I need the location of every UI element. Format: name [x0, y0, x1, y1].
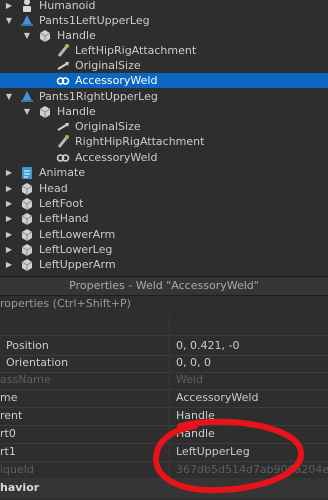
property-value[interactable]: AccessoryWeld: [176, 388, 328, 407]
expand-arrow-icon[interactable]: ▶: [4, 227, 14, 242]
tree-item-right-hip-attachment[interactable]: RightHipRigAttachment: [0, 134, 328, 149]
part-icon: [20, 211, 34, 226]
tree-item-left-lower-arm[interactable]: ▶ LeftLowerArm: [0, 227, 328, 242]
expand-arrow-icon[interactable]: ▶: [4, 257, 14, 272]
tree-item-accessory-weld-left[interactable]: AccessoryWeld: [0, 73, 328, 88]
collapse-arrow-icon[interactable]: ▼: [4, 89, 14, 104]
explorer-tree: ▶ Humanoid ▼ Pants1LeftUpperLeg ▼ Handle…: [0, 0, 328, 272]
script-icon: [20, 165, 34, 180]
property-value[interactable]: Handle: [176, 424, 328, 443]
humanoid-icon: [20, 0, 34, 13]
tree-item-humanoid[interactable]: ▶ Humanoid: [0, 0, 328, 13]
property-name: me: [0, 388, 170, 407]
tree-item-label: Handle: [57, 105, 96, 118]
tree-item-original-size-right[interactable]: OriginalSize: [0, 119, 328, 134]
tree-item-left-lower-leg[interactable]: ▶ LeftLowerLeg: [0, 242, 328, 257]
part-icon: [38, 28, 52, 43]
tree-item-label: LeftFoot: [39, 197, 84, 210]
vector-value-icon: [56, 119, 70, 134]
tree-item-original-size-left[interactable]: OriginalSize: [0, 58, 328, 73]
property-value: [176, 316, 328, 335]
property-value[interactable]: LeftUpperLeg: [176, 442, 328, 461]
properties-panel-title: Properties - Weld "AccessoryWeld": [0, 276, 328, 296]
property-name: assName: [0, 370, 170, 389]
accessory-hat-icon: [20, 13, 34, 28]
part-icon: [20, 181, 34, 196]
property-value[interactable]: Handle: [176, 406, 328, 425]
properties-filter-input[interactable]: roperties (Ctrl+Shift+P): [0, 296, 328, 312]
property-value: Weld: [176, 373, 204, 386]
property-row-name[interactable]: me AccessoryWeld: [0, 388, 328, 408]
tree-item-head[interactable]: ▶ Head: [0, 181, 328, 196]
tree-item-label: Pants1LeftUpperLeg: [39, 14, 150, 27]
expand-arrow-icon[interactable]: ▶: [4, 196, 14, 211]
collapse-arrow-icon[interactable]: ▼: [4, 13, 14, 28]
tree-item-left-hip-attachment[interactable]: LeftHipRigAttachment: [0, 43, 328, 58]
tree-item-pants-right[interactable]: ▼ Pants1RightUpperLeg: [0, 89, 328, 104]
property-row-classname[interactable]: assName Weld: [0, 370, 328, 390]
property-row-part0[interactable]: rt0 Handle: [0, 424, 328, 444]
tree-item-label: Humanoid: [39, 0, 96, 12]
tree-item-label: OriginalSize: [75, 59, 141, 72]
tree-item-label: LeftHipRigAttachment: [75, 44, 197, 57]
tree-item-left-upper-arm[interactable]: ▶ LeftUpperArm: [0, 257, 328, 272]
property-name: rent: [0, 406, 170, 425]
tree-item-label: LeftLowerArm: [39, 228, 116, 241]
tree-item-label: LeftLowerLeg: [39, 243, 113, 256]
tree-item-label: Handle: [57, 29, 96, 42]
part-icon: [20, 227, 34, 242]
expand-arrow-icon[interactable]: ▶: [4, 242, 14, 257]
property-row-parent[interactable]: rent Handle: [0, 406, 328, 426]
property-value: 367db5d514d7ab906a204ed00000: [176, 463, 328, 476]
tree-item-label: LeftHand: [39, 212, 89, 225]
tree-item-left-hand[interactable]: ▶ LeftHand: [0, 211, 328, 226]
property-row-part1[interactable]: rt1 LeftUpperLeg: [0, 442, 328, 462]
collapse-arrow-icon[interactable]: ▼: [22, 28, 32, 43]
tree-item-pants-left[interactable]: ▼ Pants1LeftUpperLeg: [0, 13, 328, 28]
tree-item-label: AccessoryWeld: [75, 74, 158, 87]
expand-arrow-icon[interactable]: ▶: [4, 165, 14, 180]
weld-icon: [56, 73, 70, 88]
property-name: rt1: [0, 442, 170, 461]
attachment-icon: [56, 134, 70, 149]
property-name: iqueId: [0, 460, 170, 479]
part-icon: [20, 196, 34, 211]
tree-item-label: OriginalSize: [75, 120, 141, 133]
tree-item-label: RightHipRigAttachment: [75, 135, 205, 148]
collapse-arrow-icon[interactable]: ▼: [22, 104, 32, 119]
tree-item-handle-right[interactable]: ▼ Handle: [0, 104, 328, 119]
vector-value-icon: [56, 58, 70, 73]
property-name: rt0: [0, 424, 170, 443]
tree-item-label: Head: [39, 182, 68, 195]
property-row-uniqueid[interactable]: iqueId 367db5d514d7ab906a204ed00000: [0, 460, 328, 480]
attachment-icon: [56, 43, 70, 58]
part-icon: [20, 242, 34, 257]
tree-item-label: Pants1RightUpperLeg: [39, 90, 158, 103]
expand-arrow-icon[interactable]: ▶: [4, 211, 14, 226]
tree-item-label: LeftUpperArm: [39, 258, 116, 271]
accessory-hat-icon: [20, 89, 34, 104]
part-icon: [20, 257, 34, 272]
tree-item-left-foot[interactable]: ▶ LeftFoot: [0, 196, 328, 211]
property-row-blank: [0, 316, 328, 336]
property-name: [0, 316, 170, 335]
properties-section-behavior[interactable]: havior: [0, 478, 328, 497]
tree-item-animate[interactable]: ▶ Animate: [0, 165, 328, 180]
expand-arrow-icon[interactable]: ▶: [4, 0, 14, 13]
tree-item-accessory-weld-right[interactable]: AccessoryWeld: [0, 150, 328, 165]
tree-item-label: Animate: [39, 166, 86, 179]
tree-item-handle-left[interactable]: ▼ Handle: [0, 28, 328, 43]
weld-icon: [56, 150, 70, 165]
part-icon: [38, 104, 52, 119]
expand-arrow-icon[interactable]: ▶: [4, 181, 14, 196]
tree-item-label: AccessoryWeld: [75, 151, 158, 164]
